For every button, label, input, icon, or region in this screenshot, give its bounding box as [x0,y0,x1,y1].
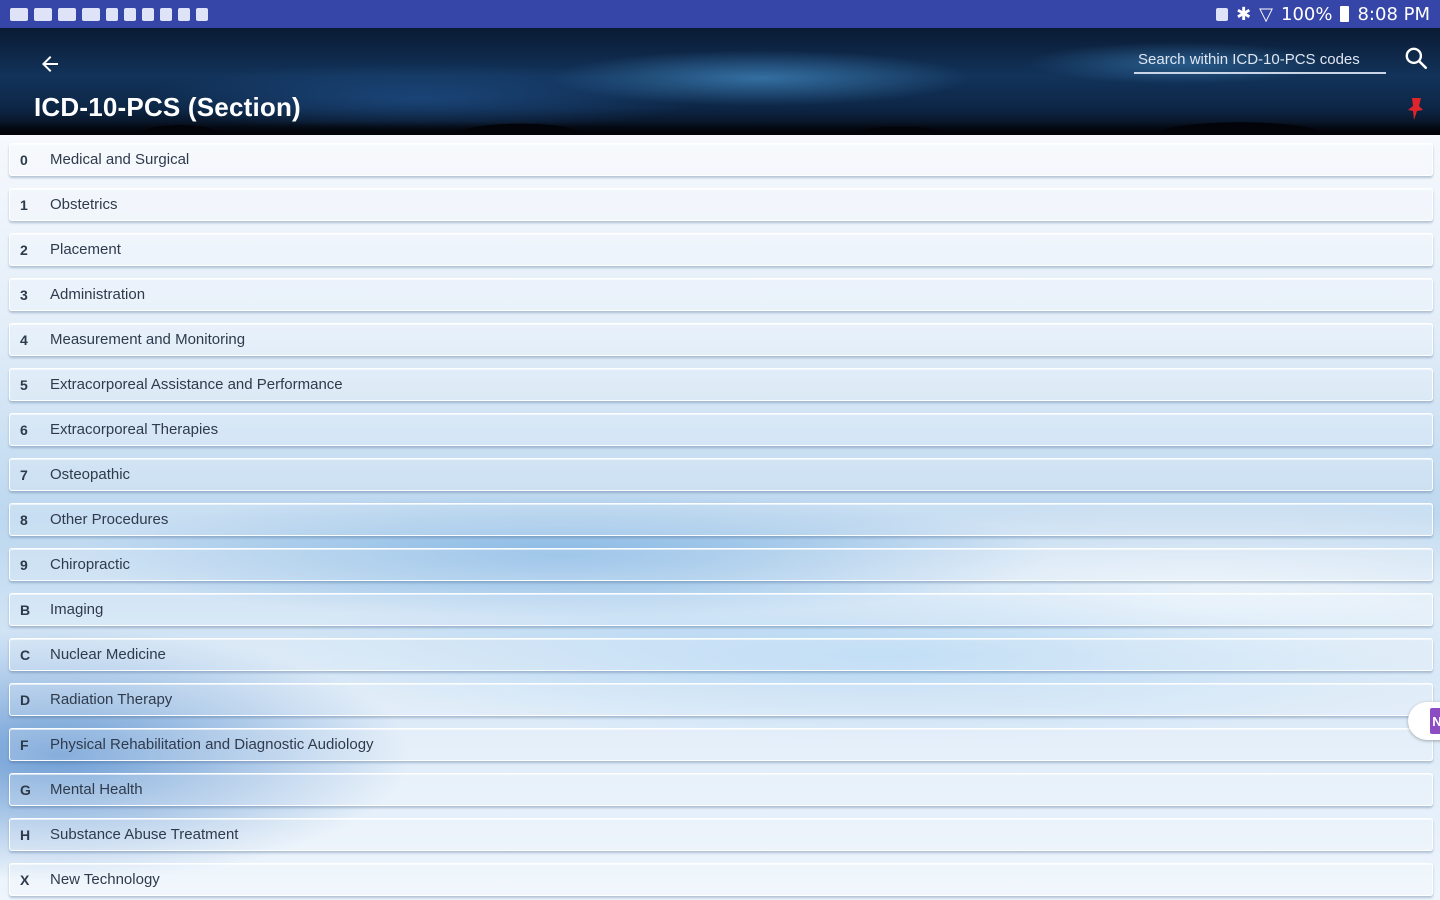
download-done-icon [124,7,136,21]
notification-icons [10,7,208,21]
search-button[interactable] [1400,42,1432,74]
section-label: Radiation Therapy [50,691,173,708]
notification-icon [178,7,190,21]
section-code: C [20,646,31,663]
vibrate-icon [1216,7,1229,21]
section-list-area: 0 Medical and Surgical 1 Obstetrics 2 Placeme… [0,135,1440,900]
wifi-icon: ▽ [1259,3,1273,25]
section-row[interactable]: 1 Obstetrics [9,188,1433,221]
section-code: B [20,601,31,618]
bluetooth-icon: ✱ [1236,3,1252,25]
section-code: 8 [20,511,28,528]
section-label: Extracorporeal Therapies [50,421,219,438]
notification-icon [142,7,154,21]
section-code: 7 [20,466,28,483]
section-row[interactable]: D Radiation Therapy [9,683,1433,716]
floating-side-tab[interactable]: N [1408,702,1440,740]
section-row[interactable]: 9 Chiropractic [9,548,1433,581]
flipboard-icon [160,7,172,21]
section-label: Physical Rehabilitation and Diagnostic A… [50,736,374,753]
section-list: 0 Medical and Surgical 1 Obstetrics 2 Placeme… [9,143,1433,900]
notification-icon [58,7,76,21]
section-row[interactable]: 2 Placement [9,233,1433,266]
section-label: Nuclear Medicine [50,646,166,663]
section-label: Extracorporeal Assistance and Performanc… [50,376,343,393]
section-row[interactable]: 8 Other Procedures [9,503,1433,536]
battery-icon [1340,6,1350,22]
section-label: Substance Abuse Treatment [50,826,239,843]
section-code: D [20,691,31,708]
section-code: F [20,736,29,753]
section-code: 9 [20,556,28,573]
search-input[interactable] [1134,46,1386,72]
search-field[interactable] [1134,46,1386,74]
status-bar: ✱ ▽ 100% 8:08 PM [0,0,1440,28]
section-label: Mental Health [50,781,143,798]
section-row[interactable]: 0 Medical and Surgical [9,143,1433,176]
notification-icon [34,7,52,21]
section-row[interactable]: 7 Osteopathic [9,458,1433,491]
section-label: Osteopathic [50,466,131,483]
section-row[interactable]: B Imaging [9,593,1433,626]
section-code: 2 [20,241,28,258]
section-code: H [20,826,31,843]
section-code: 5 [20,376,28,393]
section-row[interactable]: H Substance Abuse Treatment [9,818,1433,851]
section-label: Other Procedures [50,511,169,528]
pushpin-icon [1408,98,1423,120]
search-icon [1405,47,1428,70]
section-label: Chiropractic [50,556,131,573]
section-label: Obstetrics [50,196,118,213]
section-label: Measurement and Monitoring [50,331,246,348]
pin-button[interactable] [1402,94,1430,124]
section-row[interactable]: C Nuclear Medicine [9,638,1433,671]
section-code: 3 [20,286,28,303]
section-code: 4 [20,331,28,348]
notification-icon [10,7,28,21]
section-code: 0 [20,151,28,168]
back-button[interactable] [32,48,68,80]
section-row[interactable]: 3 Administration [9,278,1433,311]
side-tab-label: N [1430,708,1440,734]
page-title: ICD-10-PCS (Section) [34,92,301,122]
section-row[interactable]: F Physical Rehabilitation and Diagnostic … [9,728,1433,761]
section-code: 1 [20,196,28,213]
clock: 8:08 PM [1357,3,1430,25]
section-code: G [20,781,31,798]
arrow-back-icon [42,56,58,72]
section-label: Placement [50,241,121,258]
section-row[interactable]: 5 Extracorporeal Assistance and Performan… [9,368,1433,401]
section-label: Imaging [50,601,104,618]
app-bar: ICD-10-PCS (Section) [0,28,1440,135]
section-row[interactable]: 6 Extracorporeal Therapies [9,413,1433,446]
section-code: 6 [20,421,28,438]
section-label: New Technology [50,871,160,888]
download-done-icon [106,7,118,21]
notification-icon [82,7,100,21]
section-row[interactable]: G Mental Health [9,773,1433,806]
system-icons: ✱ ▽ 100% 8:08 PM [1216,4,1430,25]
section-label: Medical and Surgical [50,151,190,168]
section-row[interactable]: 4 Measurement and Monitoring [9,323,1433,356]
section-row[interactable]: X New Technology [9,863,1433,896]
battery-percent: 100% [1281,3,1333,25]
notification-icon [196,7,208,21]
section-label: Administration [50,286,146,303]
section-code: X [20,871,30,888]
